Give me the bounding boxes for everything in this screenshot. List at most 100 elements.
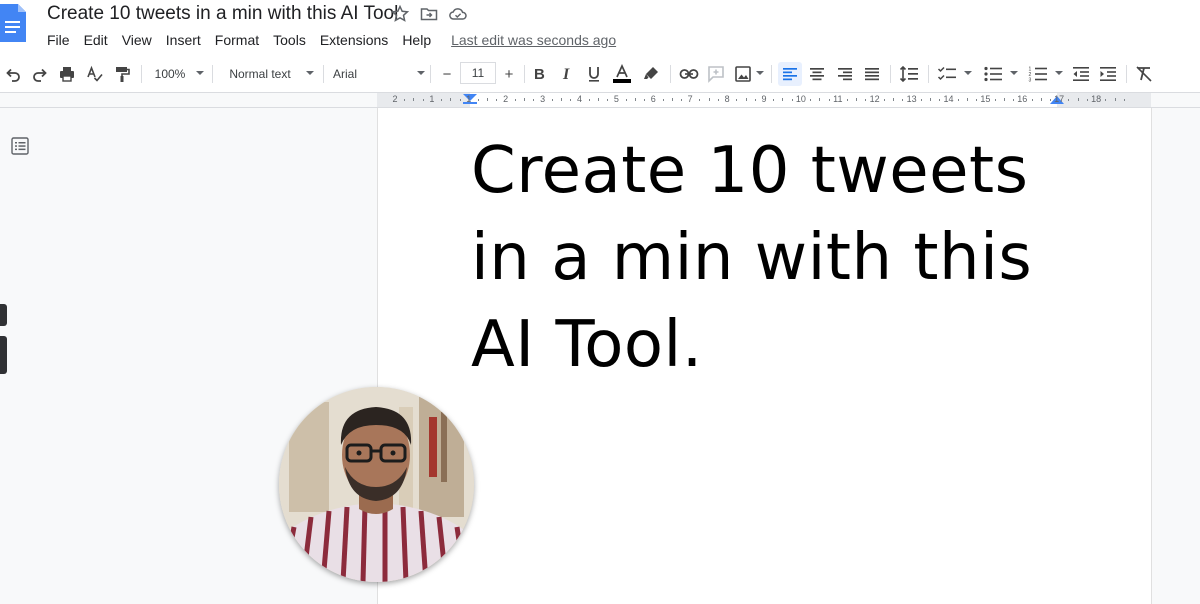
menu-extensions[interactable]: Extensions <box>320 32 388 48</box>
menu-tools[interactable]: Tools <box>273 32 306 48</box>
increase-indent-button[interactable] <box>1098 62 1118 86</box>
ruler-tick <box>1077 98 1079 101</box>
ruler-number: 3 <box>540 94 546 104</box>
ruler-tick <box>524 98 526 101</box>
ruler-number: 7 <box>687 94 693 104</box>
underline-icon <box>589 67 599 82</box>
ruler-tick <box>1114 98 1116 101</box>
ruler-right-margin <box>1057 93 1151 107</box>
ruler-tick <box>1013 99 1015 101</box>
ruler-tick <box>1086 99 1088 101</box>
clear-formatting-button[interactable] <box>1134 62 1154 86</box>
zoom-select[interactable]: 100% <box>150 62 190 86</box>
redo-button[interactable] <box>30 62 50 86</box>
toolbar-divider <box>670 65 671 83</box>
align-center-icon <box>810 68 824 81</box>
ruler-tick <box>883 99 885 101</box>
heading-line: AI Tool. <box>471 308 703 382</box>
ruler-tick <box>1049 99 1051 101</box>
print-button[interactable] <box>57 62 77 86</box>
font-family-select[interactable]: Arial <box>333 62 373 86</box>
cloud-saved-icon[interactable] <box>448 4 468 24</box>
ruler[interactable]: 2 1 1 2 3 4 5 6 7 8 9 10 11 12 13 14 15 16 17 18 <box>377 93 1151 107</box>
ruler-tick <box>745 98 747 101</box>
underline-button[interactable] <box>584 62 604 86</box>
side-panel-tab[interactable] <box>0 336 7 374</box>
toolbar-divider <box>928 65 929 83</box>
undo-button[interactable] <box>3 62 23 86</box>
ruler-tick <box>994 99 996 101</box>
text-color-button[interactable] <box>612 62 632 86</box>
heading-line: in a min with this <box>471 221 1033 295</box>
move-folder-icon[interactable] <box>419 4 439 24</box>
ruler-tick <box>1031 99 1033 101</box>
document-heading[interactable]: Create 10 tweets in a min with this AI T… <box>471 128 1071 389</box>
menu-help[interactable]: Help <box>402 32 431 48</box>
insert-image-button[interactable] <box>733 62 753 86</box>
ruler-tick <box>514 99 516 101</box>
ruler-number: 2 <box>392 94 398 104</box>
toolbar-divider <box>1126 65 1127 83</box>
ruler-tick <box>754 99 756 101</box>
checklist-button[interactable] <box>936 62 958 86</box>
doc-logo-icon[interactable] <box>0 4 26 42</box>
ruler-tick <box>478 99 480 101</box>
last-edit-link[interactable]: Last edit was seconds ago <box>451 32 616 48</box>
add-comment-button[interactable] <box>706 62 726 86</box>
chevron-down-icon <box>196 71 204 75</box>
toolbar: 100% Normal text Arial − + B I 1 2 3 <box>0 56 1200 93</box>
ruler-tick <box>570 99 572 101</box>
ruler-number: 6 <box>650 94 656 104</box>
toolbar-divider <box>430 65 431 83</box>
decrease-indent-button[interactable] <box>1071 62 1091 86</box>
increase-font-size-button[interactable]: + <box>499 62 519 86</box>
ruler-tick <box>856 98 858 101</box>
ruler-number: 16 <box>1017 94 1028 104</box>
bulleted-list-button[interactable] <box>982 62 1004 86</box>
menu-format[interactable]: Format <box>215 32 259 48</box>
align-center-button[interactable] <box>807 62 827 86</box>
ruler-tick <box>902 99 904 101</box>
paint-format-button[interactable] <box>112 62 132 86</box>
ruler-tick <box>533 99 535 101</box>
paragraph-style-select[interactable]: Normal text <box>222 62 298 86</box>
menu-view[interactable]: View <box>122 32 152 48</box>
outline-icon[interactable] <box>10 136 30 156</box>
ruler-tick <box>459 99 461 101</box>
paint-format-icon <box>116 67 130 82</box>
insert-link-button[interactable] <box>678 62 700 86</box>
decrease-indent-icon <box>1073 67 1089 81</box>
ruler-tick <box>828 99 830 101</box>
increase-indent-icon <box>1100 67 1116 81</box>
align-right-button[interactable] <box>835 62 855 86</box>
font-size-input[interactable]: 11 <box>460 62 496 84</box>
star-icon[interactable] <box>390 4 410 24</box>
chevron-down-icon <box>306 71 314 75</box>
heading-line: Create 10 tweets <box>471 134 1029 208</box>
ruler-tick <box>487 98 489 101</box>
spellcheck-button[interactable] <box>85 62 105 86</box>
menu-insert[interactable]: Insert <box>166 32 201 48</box>
ruler-tick <box>819 98 821 101</box>
link-icon <box>679 69 699 79</box>
clear-format-icon <box>1136 66 1152 82</box>
align-left-button[interactable] <box>778 62 802 86</box>
line-spacing-button[interactable] <box>898 62 920 86</box>
italic-icon: I <box>562 66 570 83</box>
highlight-button[interactable] <box>641 62 661 86</box>
numbered-list-button[interactable]: 123 <box>1027 62 1049 86</box>
toolbar-divider <box>771 65 772 83</box>
italic-button[interactable]: I <box>557 62 577 86</box>
ruler-number: 14 <box>943 94 954 104</box>
side-panel-tab[interactable] <box>0 304 7 326</box>
menu-edit[interactable]: Edit <box>84 32 108 48</box>
ruler-number: 2 <box>503 94 509 104</box>
ruler-tick <box>671 98 673 101</box>
menu-file[interactable]: File <box>47 32 70 48</box>
document-title[interactable]: Create 10 tweets in a min with this AI T… <box>47 3 398 25</box>
ruler-tick <box>810 99 812 101</box>
justify-button[interactable] <box>862 62 882 86</box>
decrease-font-size-button[interactable]: − <box>437 62 457 86</box>
bold-button[interactable]: B <box>529 62 549 86</box>
ruler-number: 17 <box>1054 94 1065 104</box>
